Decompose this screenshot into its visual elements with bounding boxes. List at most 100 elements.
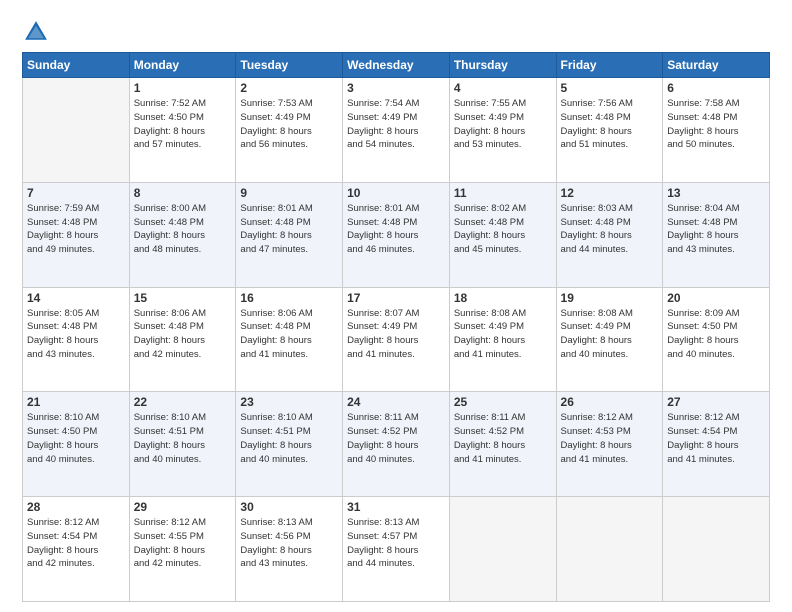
day-number: 18 [454,291,552,305]
day-number: 26 [561,395,659,409]
weekday-header: Monday [129,53,236,78]
calendar-cell: 23 Sunrise: 8:10 AM Sunset: 4:51 PM Dayli… [236,392,343,497]
calendar-week-row: 7Sunrise: 7:59 AM Sunset: 4:48 PM Daylig… [23,182,770,287]
day-number: 28 [27,500,125,514]
day-number: 11 [454,186,552,200]
day-info: Sunrise: 8:01 AM Sunset: 4:48 PM Dayligh… [240,202,338,257]
calendar-cell: 30Sunrise: 8:13 AM Sunset: 4:56 PM Dayli… [236,497,343,602]
day-info: Sunrise: 8:11 AM Sunset: 4:52 PM Dayligh… [454,411,552,466]
day-number: 9 [240,186,338,200]
calendar-cell: 22 Sunrise: 8:10 AM Sunset: 4:51 PM Dayli… [129,392,236,497]
weekday-header: Saturday [663,53,770,78]
day-number: 8 [134,186,232,200]
calendar-cell: 24Sunrise: 8:11 AM Sunset: 4:52 PM Dayli… [343,392,450,497]
day-number: 12 [561,186,659,200]
day-number: 29 [134,500,232,514]
day-info: Sunrise: 8:08 AM Sunset: 4:49 PM Dayligh… [454,307,552,362]
calendar-cell: 25 Sunrise: 8:11 AM Sunset: 4:52 PM Dayli… [449,392,556,497]
calendar-cell: 28 Sunrise: 8:12 AM Sunset: 4:54 PM Dayli… [23,497,130,602]
day-number: 19 [561,291,659,305]
day-number: 30 [240,500,338,514]
calendar-cell: 14 Sunrise: 8:05 AM Sunset: 4:48 PM Dayli… [23,287,130,392]
day-number: 31 [347,500,445,514]
day-number: 15 [134,291,232,305]
day-number: 25 [454,395,552,409]
calendar-cell [23,78,130,183]
calendar-header-row: SundayMondayTuesdayWednesdayThursdayFrid… [23,53,770,78]
day-number: 6 [667,81,765,95]
day-info: Sunrise: 8:03 AM Sunset: 4:48 PM Dayligh… [561,202,659,257]
day-number: 23 [240,395,338,409]
day-info: Sunrise: 8:09 AM Sunset: 4:50 PM Dayligh… [667,307,765,362]
day-info: Sunrise: 8:05 AM Sunset: 4:48 PM Dayligh… [27,307,125,362]
day-info: Sunrise: 8:11 AM Sunset: 4:52 PM Dayligh… [347,411,445,466]
calendar-cell: 19 Sunrise: 8:08 AM Sunset: 4:49 PM Dayli… [556,287,663,392]
day-number: 4 [454,81,552,95]
day-info: Sunrise: 8:01 AM Sunset: 4:48 PM Dayligh… [347,202,445,257]
day-number: 22 [134,395,232,409]
day-info: Sunrise: 8:10 AM Sunset: 4:51 PM Dayligh… [240,411,338,466]
calendar-week-row: 1 Sunrise: 7:52 AM Sunset: 4:50 PM Daylig… [23,78,770,183]
weekday-header: Friday [556,53,663,78]
calendar-cell: 31Sunrise: 8:13 AM Sunset: 4:57 PM Dayli… [343,497,450,602]
day-info: Sunrise: 8:08 AM Sunset: 4:49 PM Dayligh… [561,307,659,362]
day-info: Sunrise: 8:04 AM Sunset: 4:48 PM Dayligh… [667,202,765,257]
day-number: 27 [667,395,765,409]
calendar-cell: 29 Sunrise: 8:12 AM Sunset: 4:55 PM Dayli… [129,497,236,602]
calendar-cell: 15 Sunrise: 8:06 AM Sunset: 4:48 PM Dayli… [129,287,236,392]
calendar-cell: 7Sunrise: 7:59 AM Sunset: 4:48 PM Daylig… [23,182,130,287]
calendar-cell: 13 Sunrise: 8:04 AM Sunset: 4:48 PM Dayli… [663,182,770,287]
day-number: 3 [347,81,445,95]
day-info: Sunrise: 7:55 AM Sunset: 4:49 PM Dayligh… [454,97,552,152]
day-info: Sunrise: 8:07 AM Sunset: 4:49 PM Dayligh… [347,307,445,362]
logo [22,18,54,46]
day-info: Sunrise: 8:10 AM Sunset: 4:51 PM Dayligh… [134,411,232,466]
logo-icon [22,18,50,46]
day-number: 16 [240,291,338,305]
day-number: 21 [27,395,125,409]
calendar-week-row: 14 Sunrise: 8:05 AM Sunset: 4:48 PM Dayli… [23,287,770,392]
calendar-cell: 27 Sunrise: 8:12 AM Sunset: 4:54 PM Dayli… [663,392,770,497]
day-info: Sunrise: 7:54 AM Sunset: 4:49 PM Dayligh… [347,97,445,152]
calendar-cell: 4 Sunrise: 7:55 AM Sunset: 4:49 PM Daylig… [449,78,556,183]
header [22,18,770,46]
calendar-cell: 6 Sunrise: 7:58 AM Sunset: 4:48 PM Daylig… [663,78,770,183]
day-info: Sunrise: 8:10 AM Sunset: 4:50 PM Dayligh… [27,411,125,466]
calendar-cell [449,497,556,602]
calendar-cell: 16 Sunrise: 8:06 AM Sunset: 4:48 PM Dayli… [236,287,343,392]
day-info: Sunrise: 8:06 AM Sunset: 4:48 PM Dayligh… [134,307,232,362]
day-number: 17 [347,291,445,305]
weekday-header: Sunday [23,53,130,78]
calendar-cell: 3 Sunrise: 7:54 AM Sunset: 4:49 PM Daylig… [343,78,450,183]
day-number: 5 [561,81,659,95]
day-info: Sunrise: 8:12 AM Sunset: 4:54 PM Dayligh… [27,516,125,571]
day-number: 13 [667,186,765,200]
day-info: Sunrise: 8:12 AM Sunset: 4:54 PM Dayligh… [667,411,765,466]
day-info: Sunrise: 7:58 AM Sunset: 4:48 PM Dayligh… [667,97,765,152]
calendar-cell: 17 Sunrise: 8:07 AM Sunset: 4:49 PM Dayli… [343,287,450,392]
weekday-header: Tuesday [236,53,343,78]
calendar-cell: 20Sunrise: 8:09 AM Sunset: 4:50 PM Dayli… [663,287,770,392]
day-info: Sunrise: 8:12 AM Sunset: 4:53 PM Dayligh… [561,411,659,466]
calendar-cell: 12 Sunrise: 8:03 AM Sunset: 4:48 PM Dayli… [556,182,663,287]
day-number: 10 [347,186,445,200]
calendar-table: SundayMondayTuesdayWednesdayThursdayFrid… [22,52,770,602]
day-info: Sunrise: 7:59 AM Sunset: 4:48 PM Dayligh… [27,202,125,257]
day-info: Sunrise: 8:00 AM Sunset: 4:48 PM Dayligh… [134,202,232,257]
weekday-header: Thursday [449,53,556,78]
calendar-cell: 21 Sunrise: 8:10 AM Sunset: 4:50 PM Dayli… [23,392,130,497]
calendar-cell: 5 Sunrise: 7:56 AM Sunset: 4:48 PM Daylig… [556,78,663,183]
calendar-cell: 18 Sunrise: 8:08 AM Sunset: 4:49 PM Dayli… [449,287,556,392]
calendar-cell: 26 Sunrise: 8:12 AM Sunset: 4:53 PM Dayli… [556,392,663,497]
day-info: Sunrise: 8:12 AM Sunset: 4:55 PM Dayligh… [134,516,232,571]
day-info: Sunrise: 8:06 AM Sunset: 4:48 PM Dayligh… [240,307,338,362]
day-info: Sunrise: 7:52 AM Sunset: 4:50 PM Dayligh… [134,97,232,152]
day-number: 2 [240,81,338,95]
day-number: 1 [134,81,232,95]
day-number: 14 [27,291,125,305]
day-info: Sunrise: 7:56 AM Sunset: 4:48 PM Dayligh… [561,97,659,152]
day-info: Sunrise: 8:02 AM Sunset: 4:48 PM Dayligh… [454,202,552,257]
calendar-cell: 11 Sunrise: 8:02 AM Sunset: 4:48 PM Dayli… [449,182,556,287]
weekday-header: Wednesday [343,53,450,78]
calendar-cell: 9 Sunrise: 8:01 AM Sunset: 4:48 PM Daylig… [236,182,343,287]
